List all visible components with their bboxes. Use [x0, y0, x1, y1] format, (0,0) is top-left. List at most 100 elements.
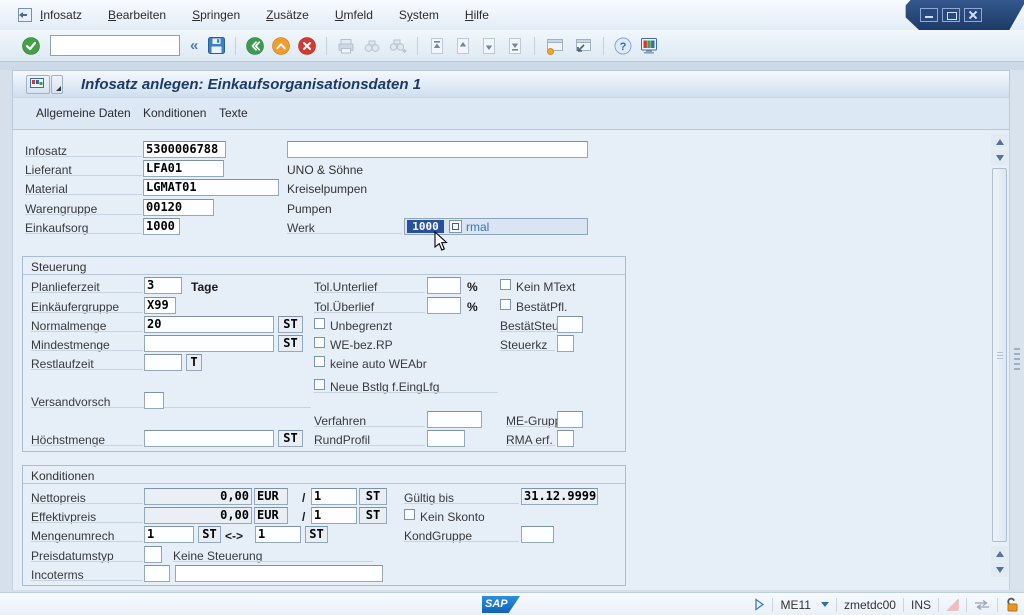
menu-springen[interactable]: Springen	[192, 8, 240, 22]
werk-field[interactable]: 1000 rmal	[404, 218, 588, 235]
scroll-page-down-icon[interactable]	[991, 562, 1008, 577]
scrollbar-thumb[interactable]	[992, 168, 1007, 542]
window-gap	[0, 62, 1024, 70]
cancel-icon[interactable]	[297, 36, 317, 56]
gueltig-bis-field[interactable]: 31.12.9999	[521, 488, 598, 505]
label-unbegrenzt: Unbegrenzt	[330, 319, 393, 333]
preisdatumstyp-field[interactable]	[144, 546, 162, 563]
field-leader	[506, 445, 555, 446]
planlieferzeit-field[interactable]: 3	[144, 277, 182, 294]
page-title: Infosatz anlegen: Einkaufsorganisationsd…	[81, 76, 422, 93]
menu-system[interactable]: System	[399, 8, 439, 22]
checkbox-bestaetpfl[interactable]	[500, 299, 511, 310]
effektivpreis-per-field[interactable]: 1	[311, 507, 357, 524]
last-page-icon[interactable]	[505, 36, 525, 56]
save-icon[interactable]	[207, 36, 226, 55]
find-next-icon[interactable]	[388, 36, 408, 56]
data-transfer-icon[interactable]	[974, 599, 990, 611]
normalmenge-field[interactable]: 20	[144, 316, 274, 333]
incoterms-field-1[interactable]	[144, 565, 170, 582]
mengenumrech-field-2[interactable]: 1	[255, 526, 301, 543]
matchcode-icon[interactable]	[449, 220, 462, 233]
nettopreis-per-field[interactable]: 1	[311, 488, 357, 505]
create-shortcut-icon[interactable]	[572, 36, 594, 56]
maximize-button[interactable]	[942, 8, 960, 22]
infosatz-text-field[interactable]	[287, 141, 588, 158]
menu-umfeld[interactable]: Umfeld	[335, 8, 373, 22]
field-leader	[31, 350, 143, 351]
gui-services-icon[interactable]	[26, 75, 50, 94]
close-button[interactable]	[964, 8, 982, 22]
hoechstmenge-field[interactable]	[144, 430, 274, 447]
field-leader	[31, 312, 143, 313]
me-gruppe-field[interactable]	[557, 411, 583, 428]
splitter-grip[interactable]	[1014, 348, 1020, 370]
back-icon[interactable]	[245, 36, 265, 56]
menu-bearbeiten[interactable]: Bearbeiten	[108, 8, 166, 22]
tol-unterlief-field[interactable]	[427, 277, 461, 294]
previous-page-icon[interactable]	[453, 36, 473, 56]
scroll-up-icon[interactable]	[991, 134, 1008, 149]
einkaeufergruppe-field[interactable]: X99	[144, 297, 176, 314]
scroll-down-icon[interactable]	[991, 150, 1008, 165]
incoterms-field-2[interactable]	[175, 565, 383, 582]
button-texte[interactable]: Texte	[219, 106, 248, 120]
checkbox-we-bez-rp[interactable]	[314, 337, 325, 348]
warengruppe-field[interactable]: 00120	[143, 199, 214, 216]
rma-erf-field[interactable]	[557, 430, 574, 447]
transaction-code[interactable]: ME11	[780, 598, 810, 612]
field-leader	[314, 426, 425, 427]
help-icon[interactable]: ?	[613, 36, 633, 56]
scroll-page-up-icon[interactable]	[991, 546, 1008, 561]
mengenumrech-field-1[interactable]: 1	[144, 526, 194, 543]
exit-icon[interactable]	[271, 36, 291, 56]
insert-mode[interactable]: INS	[911, 598, 931, 612]
next-page-icon[interactable]	[479, 36, 499, 56]
transaction-dropdown-icon[interactable]	[820, 602, 829, 607]
checkbox-unbegrenzt[interactable]	[314, 318, 325, 329]
restlaufzeit-field[interactable]	[144, 354, 182, 371]
menu-hilfe[interactable]: Hilfe	[465, 8, 489, 22]
einkaufsorg-field[interactable]: 1000	[143, 218, 180, 235]
checkbox-keine-auto-weabr[interactable]	[314, 356, 325, 367]
collapse-toolbar-icon[interactable]: «	[190, 37, 198, 54]
title-menu-arrow-icon[interactable]	[51, 75, 63, 94]
menu-infosatz[interactable]: Infosatz	[40, 8, 82, 22]
menu-zusaetze[interactable]: Zusätze	[266, 8, 309, 22]
field-leader	[404, 541, 519, 542]
lock-icon[interactable]	[1005, 597, 1019, 612]
button-konditionen[interactable]: Konditionen	[143, 106, 206, 120]
material-field[interactable]: LGMAT01	[143, 179, 279, 196]
checkbox-kein-skonto[interactable]	[404, 509, 415, 520]
first-page-icon[interactable]	[427, 36, 447, 56]
verfahren-field[interactable]	[427, 411, 482, 428]
print-icon[interactable]	[336, 36, 356, 56]
field-leader	[500, 331, 555, 332]
tol-ueberlief-field[interactable]	[427, 297, 461, 314]
find-icon[interactable]	[362, 36, 382, 56]
steuerkz-field[interactable]	[557, 335, 574, 352]
mindestmenge-field[interactable]	[144, 335, 274, 352]
label-kein-skonto: Kein Skonto	[420, 510, 485, 524]
warengruppe-name: Pumpen	[287, 202, 332, 216]
rundprofil-field[interactable]	[427, 430, 465, 447]
session-icon[interactable]	[18, 8, 32, 22]
versandvorsch-field[interactable]	[144, 392, 164, 409]
field-leader	[31, 445, 143, 446]
status-expand-icon[interactable]	[754, 598, 765, 611]
checkbox-kein-mtext[interactable]	[500, 279, 511, 290]
checkbox-neue-bstlg[interactable]	[314, 379, 325, 390]
effektivpreis-field[interactable]: 0,00	[144, 507, 252, 524]
new-session-icon[interactable]	[544, 36, 566, 56]
command-input[interactable]	[50, 35, 180, 56]
nettopreis-field[interactable]: 0,00	[144, 488, 252, 505]
enter-icon[interactable]	[21, 36, 41, 56]
layout-menu-icon[interactable]	[639, 36, 659, 56]
lieferant-field[interactable]: LFA01	[143, 160, 224, 177]
kondgruppe-field[interactable]	[521, 526, 554, 543]
button-allgemeine-daten[interactable]: Allgemeine Daten	[36, 106, 131, 120]
performance-icon[interactable]	[946, 598, 959, 611]
infosatz-field[interactable]: 5300006788	[143, 141, 226, 158]
minimize-button[interactable]	[920, 8, 938, 22]
bestaetsteu-field[interactable]	[557, 316, 583, 333]
